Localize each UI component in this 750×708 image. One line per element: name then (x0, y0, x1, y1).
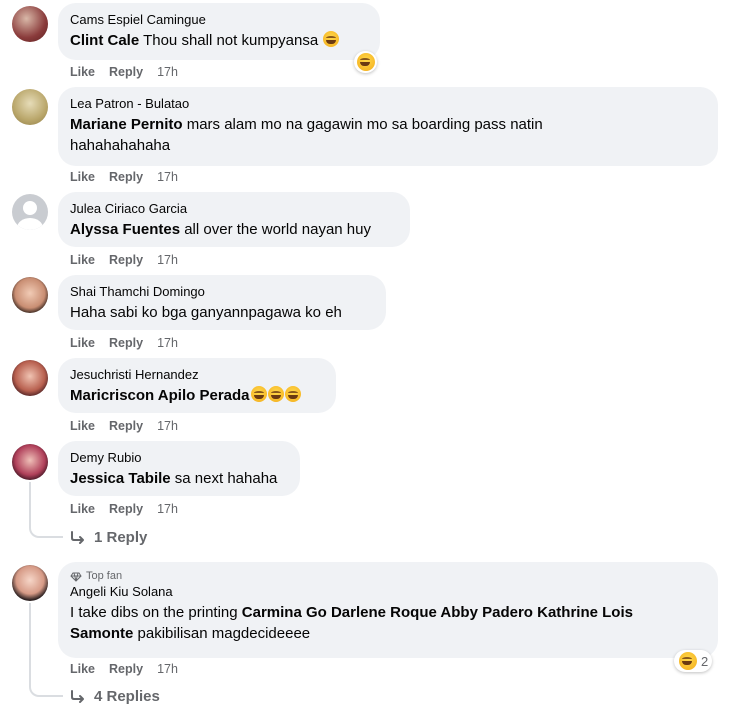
laughing-emoji-icon (267, 386, 284, 402)
reply-button[interactable]: Reply (109, 662, 143, 676)
comment-text: Jessica Tabile sa next hahaha (70, 468, 288, 489)
comment-text: Mariane Pernito mars alam mo na gagawin … (70, 114, 706, 156)
comment-bubble: Demy Rubio Jessica Tabile sa next hahaha (58, 441, 300, 496)
avatar[interactable] (12, 565, 48, 601)
top-fan-label: Top fan (86, 570, 123, 582)
mention-link[interactable]: Jessica Tabile (70, 470, 171, 487)
like-button[interactable]: Like (70, 419, 95, 433)
comment-author[interactable]: Cams Espiel Camingue (70, 11, 368, 28)
comment-body: Thou shall not kumpyansa (139, 32, 319, 49)
default-avatar-icon (17, 201, 43, 230)
comment-actions: Like Reply 17h (70, 170, 178, 184)
reaction-badge[interactable] (354, 51, 377, 73)
comment-bubble: Jesuchristi Hernandez Maricriscon Apilo … (58, 358, 336, 413)
reply-button[interactable]: Reply (109, 502, 143, 516)
mention-link[interactable]: Carmina Go Darlene Roque Abby Padero Kat… (242, 604, 633, 621)
like-button[interactable]: Like (70, 502, 95, 516)
avatar[interactable] (12, 6, 48, 42)
replies-count: 4 Replies (94, 688, 160, 705)
comment-text: Maricriscon Apilo Perada (70, 385, 324, 406)
reaction-count: 2 (701, 653, 709, 669)
like-button[interactable]: Like (70, 170, 95, 184)
comment-author[interactable]: Demy Rubio (70, 449, 288, 466)
thread-connector (29, 683, 63, 697)
laughing-emoji-icon (679, 652, 697, 670)
avatar[interactable] (12, 277, 48, 313)
top-fan-badge[interactable]: Top fan (70, 570, 706, 583)
comment-bubble: Shai Thamchi Domingo Haha sabi ko bga ga… (58, 275, 386, 330)
comment-body-line2: pakibilisan magdecideeee (133, 625, 311, 642)
comment-body-line2: hahahahahaha (70, 137, 171, 154)
comment-text: Clint Cale Thou shall not kumpyansa (70, 30, 368, 51)
timestamp[interactable]: 17h (157, 253, 178, 267)
reply-button[interactable]: Reply (109, 65, 143, 79)
comment-body: sa next hahaha (170, 470, 278, 487)
thread-line (29, 603, 31, 685)
reply-arrow-icon (71, 689, 84, 703)
comment-author[interactable]: Shai Thamchi Domingo (70, 283, 374, 300)
comment-bubble: Top fan Angeli Kiu Solana I take dibs on… (58, 562, 718, 658)
laughing-emoji-icon (357, 53, 375, 71)
comment-actions: Like Reply 17h (70, 253, 178, 267)
view-replies-link[interactable]: 4 Replies (70, 688, 160, 705)
timestamp[interactable]: 17h (157, 662, 178, 676)
comment-author[interactable]: Jesuchristi Hernandez (70, 366, 324, 383)
like-button[interactable]: Like (70, 253, 95, 267)
avatar[interactable] (12, 89, 48, 125)
comment-bubble: Julea Ciriaco Garcia Alyssa Fuentes all … (58, 192, 410, 247)
reply-button[interactable]: Reply (109, 419, 143, 433)
avatar[interactable] (12, 194, 48, 230)
comment-actions: Like Reply 17h (70, 336, 178, 350)
comment-text: I take dibs on the printing Carmina Go D… (70, 602, 706, 644)
thread-line (29, 482, 31, 526)
comment-text: Alyssa Fuentes all over the world nayan … (70, 219, 398, 240)
comment-author[interactable]: Lea Patron - Bulatao (70, 95, 706, 112)
like-button[interactable]: Like (70, 336, 95, 350)
mention-link[interactable]: Maricriscon Apilo Perada (70, 387, 250, 404)
comment-author[interactable]: Julea Ciriaco Garcia (70, 200, 398, 217)
laughing-emoji-icon (323, 31, 340, 47)
mention-link[interactable]: Mariane Pernito (70, 116, 183, 133)
reaction-badge[interactable]: 2 (674, 650, 713, 672)
avatar[interactable] (12, 444, 48, 480)
comment-body: mars alam mo na gagawin mo sa boarding p… (182, 116, 543, 133)
comment-bubble: Cams Espiel Camingue Clint Cale Thou sha… (58, 3, 380, 60)
comment-actions: Like Reply 17h (70, 419, 178, 433)
reply-button[interactable]: Reply (109, 336, 143, 350)
timestamp[interactable]: 17h (157, 336, 178, 350)
laughing-emoji-icon (284, 386, 301, 402)
comment-body: I take dibs on the printing (70, 604, 242, 621)
mention-link[interactable]: Samonte (70, 625, 133, 642)
comment-actions: Like Reply 17h (70, 502, 178, 516)
like-button[interactable]: Like (70, 65, 95, 79)
comment-actions: Like Reply 17h (70, 662, 178, 676)
comment-actions: Like Reply 17h (70, 65, 178, 79)
comment-text: Haha sabi ko bga ganyannpagawa ko eh (70, 304, 342, 321)
reply-button[interactable]: Reply (109, 253, 143, 267)
laughing-emoji-icon (250, 386, 267, 402)
avatar[interactable] (12, 360, 48, 396)
timestamp[interactable]: 17h (157, 65, 178, 79)
view-replies-link[interactable]: 1 Reply (70, 529, 147, 546)
mention-link[interactable]: Alyssa Fuentes (70, 221, 180, 238)
comment-body: all over the world nayan huy (180, 221, 371, 238)
comment-bubble: Lea Patron - Bulatao Mariane Pernito mar… (58, 87, 718, 166)
timestamp[interactable]: 17h (157, 170, 178, 184)
mention-link[interactable]: Clint Cale (70, 32, 139, 49)
reply-button[interactable]: Reply (109, 170, 143, 184)
thread-connector (29, 524, 63, 538)
replies-count: 1 Reply (94, 529, 148, 546)
timestamp[interactable]: 17h (157, 419, 178, 433)
comment-author[interactable]: Angeli Kiu Solana (70, 583, 706, 600)
like-button[interactable]: Like (70, 662, 95, 676)
diamond-icon (70, 572, 82, 582)
reply-arrow-icon (71, 530, 84, 544)
timestamp[interactable]: 17h (157, 502, 178, 516)
